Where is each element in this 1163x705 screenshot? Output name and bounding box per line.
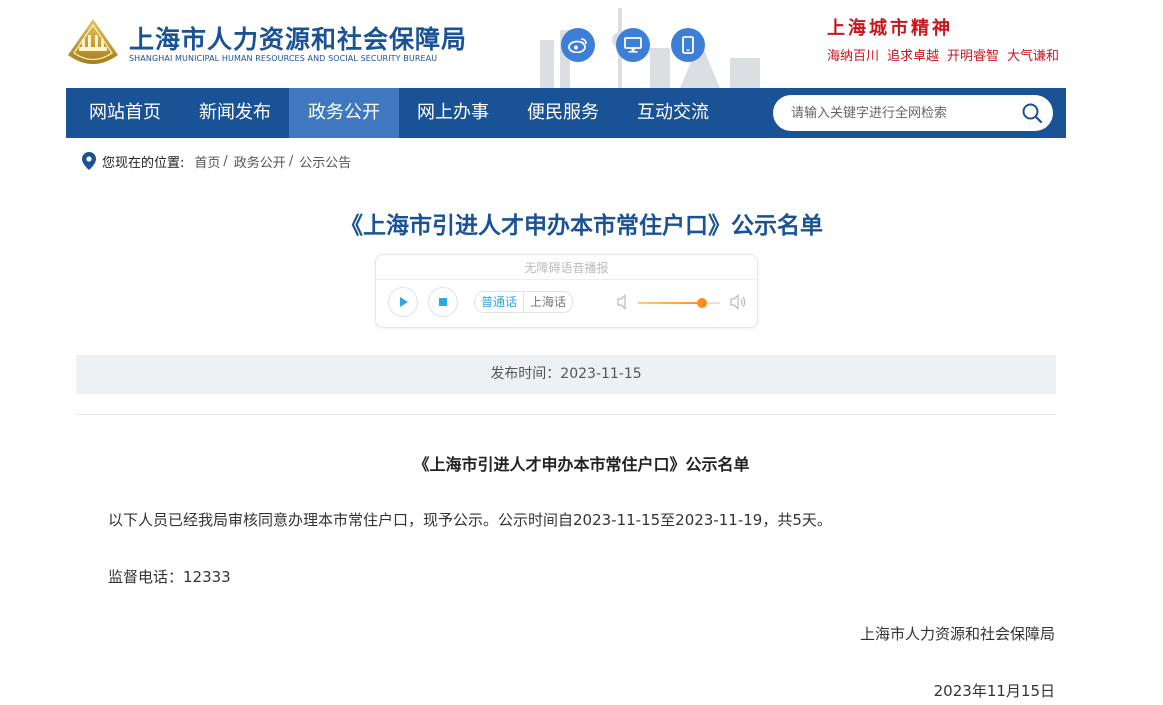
desktop-icon[interactable] [616,28,650,62]
spirit-tag: 开明睿智 [947,49,1000,64]
nav-item-news[interactable]: 新闻发布 [190,88,280,138]
site-subtitle: SHANGHAI MUNICIPAL HUMAN RESOURCES AND S… [129,54,438,63]
player-label: 无障碍语音播报 [524,261,609,275]
volume-slider[interactable] [638,298,720,308]
stop-icon [439,298,447,306]
site-title[interactable]: 上海市人力资源和社会保障局 [129,20,467,56]
spirit-tag: 大气谦和 [1007,49,1060,64]
volume-low-icon[interactable] [616,294,630,310]
breadcrumb: 您现在的位置: 首页 / 政务公开 / 公示公告 [82,151,351,171]
city-spirit-title: 上海城市精神 [827,18,953,39]
site-header: 上海市人力资源和社会保障局 SHANGHAI MUNICIPAL HUMAN R… [0,0,1163,88]
volume-fill [638,302,702,304]
article-paragraph: 以下人员已经我局审核同意办理本市常住户口，现予公示。公示时间自2023-11-1… [108,511,832,529]
nav-item-interaction[interactable]: 互动交流 [628,88,718,138]
city-spirit-tags: 海纳百川 追求卓越 开明睿智 大气谦和 [827,45,1059,64]
volume-high-icon[interactable] [729,294,747,310]
publish-date-bar: 发布时间：2023-11-15 [76,355,1056,394]
stop-button[interactable] [428,287,458,317]
play-button[interactable] [388,287,418,317]
play-icon [400,297,408,307]
spirit-tag: 海纳百川 [827,49,880,64]
article-title: 《上海市引进人才申办本市常住户口》公示名单 [413,455,750,474]
search-box [773,95,1053,131]
language-toggle: 普通话 上海话 [474,291,574,313]
lang-shanghainese-option[interactable]: 上海话 [523,292,572,312]
nav-item-convenience[interactable]: 便民服务 [518,88,608,138]
nav-item-gov-affairs[interactable]: 政务公开 [289,88,399,138]
nav-item-home[interactable]: 网站首页 [80,88,170,138]
main-nav: 网站首页 新闻发布 政务公开 网上办事 便民服务 互动交流 [66,88,1066,138]
volume-handle[interactable] [696,298,707,308]
breadcrumb-home[interactable]: 首页 [194,152,220,171]
breadcrumb-separator: / [288,153,294,169]
page-title: 《上海市引进人才申办本市常住户口》公示名单 [340,213,823,239]
breadcrumb-label: 您现在的位置: [102,155,185,171]
weibo-icon[interactable] [561,28,595,62]
search-input[interactable] [791,104,1011,122]
content-divider [76,414,1056,415]
spirit-tag: 追求卓越 [887,49,940,64]
mobile-icon[interactable] [671,28,705,62]
nav-item-online-service[interactable]: 网上办事 [408,88,498,138]
player-divider [376,279,757,280]
bureau-logo-icon[interactable] [66,17,120,69]
issue-date: 2023年11月15日 [933,682,1055,700]
breadcrumb-notices[interactable]: 公示公告 [299,152,351,171]
issuer-signature: 上海市人力资源和社会保障局 [859,625,1055,643]
location-pin-icon [82,152,96,170]
lang-mandarin-option[interactable]: 普通话 [475,292,523,312]
accessibility-audio-player: 无障碍语音播报 普通话 上海话 [375,254,758,328]
breadcrumb-separator: / [223,153,228,169]
supervision-phone: 监督电话：12333 [108,568,231,586]
search-icon[interactable] [1021,102,1043,124]
breadcrumb-gov-affairs[interactable]: 政务公开 [234,152,286,171]
